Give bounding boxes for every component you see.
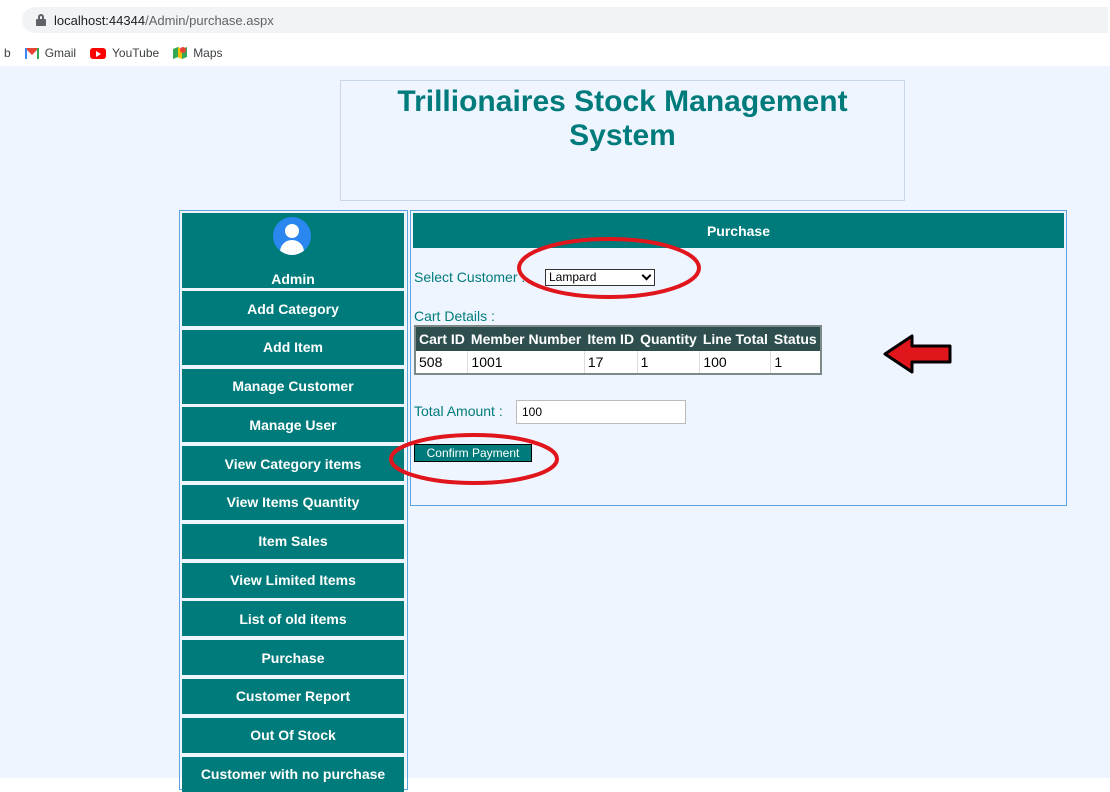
column-header: Item ID: [584, 326, 638, 351]
bookmark-stub[interactable]: b: [4, 46, 11, 60]
admin-label: Admin: [271, 271, 315, 287]
site-title: Trillionaires Stock Management System: [397, 85, 848, 152]
bookmark-maps[interactable]: Maps: [173, 46, 223, 60]
sidebar-item-customer-with-no-purchase[interactable]: Customer with no purchase: [182, 756, 404, 792]
sidebar-item-add-category[interactable]: Add Category: [182, 291, 404, 326]
sidebar-item-out-of-stock[interactable]: Out Of Stock: [182, 717, 404, 753]
page-body: Trillionaires Stock Management System Ad…: [0, 66, 1110, 792]
sidebar-item-add-item[interactable]: Add Item: [182, 329, 404, 365]
sidebar-item-view-category-items[interactable]: View Category items: [182, 446, 404, 482]
gmail-icon: [24, 47, 39, 59]
bookmark-youtube[interactable]: YouTube: [90, 46, 159, 60]
total-amount-label: Total Amount :: [414, 403, 503, 419]
table-cell: 17: [584, 351, 638, 374]
sidebar-item-manage-customer[interactable]: Manage Customer: [182, 368, 404, 404]
column-header: Cart ID: [415, 326, 468, 351]
sidebar-item-list-of-old-items[interactable]: List of old items: [182, 601, 404, 637]
column-header: Line Total: [699, 326, 771, 351]
cart-table: Cart ID Member Number Item ID Quantity L…: [414, 325, 822, 375]
chevron-down-icon: [641, 270, 652, 281]
customer-select-value: Lampard: [549, 270, 597, 284]
total-amount-field[interactable]: 100: [516, 400, 686, 424]
table-cell: 1: [770, 351, 822, 374]
column-header: Member Number: [467, 326, 585, 351]
select-customer-label: Select Customer :: [414, 269, 526, 285]
sidebar-item-view-limited-items[interactable]: View Limited Items: [182, 562, 404, 598]
table-cell: 508: [415, 351, 469, 374]
user-avatar-icon: [273, 217, 311, 255]
bookmarks-bar: b Gmail YouTube Maps: [0, 40, 1110, 66]
admin-profile: Admin: [182, 213, 404, 288]
youtube-icon: [90, 47, 107, 59]
url-text: localhost:44344/Admin/purchase.aspx: [54, 12, 274, 28]
table-row: 508 1001 17 1 100 1: [415, 351, 822, 374]
sidebar-item-item-sales[interactable]: Item Sales: [182, 523, 404, 559]
confirm-payment-button[interactable]: Confirm Payment: [414, 444, 532, 462]
sidebar-item-customer-report[interactable]: Customer Report: [182, 678, 404, 714]
table-cell: 1001: [467, 351, 585, 374]
column-header: Status: [770, 326, 821, 351]
column-header: Quantity: [637, 326, 700, 351]
sidebar-item-view-items-quantity[interactable]: View Items Quantity: [182, 484, 404, 520]
purchase-panel: Purchase Select Customer : Lampard Cart …: [410, 210, 1067, 506]
customer-select[interactable]: Lampard: [545, 269, 655, 286]
table-cell: 100: [699, 351, 772, 374]
purchase-heading: Purchase: [413, 213, 1064, 248]
maps-icon: [173, 47, 188, 59]
sidebar: Admin Add Category Add Item Manage Custo…: [179, 210, 408, 792]
lock-icon: [36, 14, 46, 26]
browser-url-bar: localhost:44344/Admin/purchase.aspx: [0, 0, 1110, 36]
cart-details-label: Cart Details :: [414, 308, 495, 324]
bookmark-gmail[interactable]: Gmail: [24, 46, 76, 60]
address-bar[interactable]: localhost:44344/Admin/purchase.aspx: [22, 7, 1108, 33]
table-header-row: Cart ID Member Number Item ID Quantity L…: [415, 326, 821, 351]
table-cell: 1: [637, 351, 701, 374]
site-header: Trillionaires Stock Management System: [340, 80, 905, 201]
sidebar-item-purchase[interactable]: Purchase: [182, 640, 404, 676]
sidebar-item-manage-user[interactable]: Manage User: [182, 407, 404, 443]
